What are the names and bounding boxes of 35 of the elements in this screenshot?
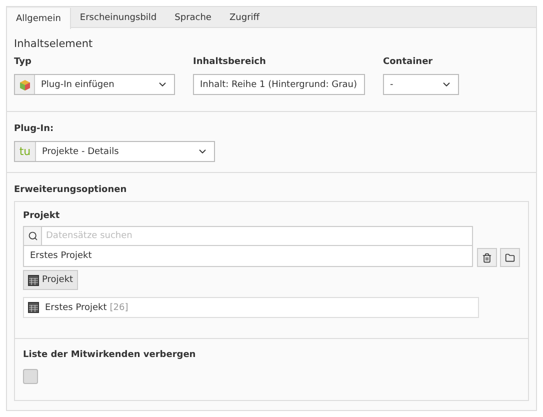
add-record-button[interactable]: Projekt [23, 270, 78, 290]
tab[interactable]: Allgemein [7, 8, 71, 29]
select-value: Inhalt: Reihe 1 (Hintergrund: Grau) [199, 78, 358, 90]
field-label: Typ [14, 56, 32, 68]
select-field[interactable]: Plug-In einfügen [14, 74, 175, 95]
record-title: Erstes Projekt [45, 302, 107, 314]
field-label: Inhaltsbereich [193, 56, 267, 68]
browse-button[interactable] [500, 248, 520, 267]
trash-icon [482, 252, 492, 262]
select-field[interactable]: Inhalt: Reihe 1 (Hintergrund: Grau) [193, 74, 365, 95]
delete-button[interactable] [477, 248, 497, 267]
section-title: Inhaltselement [14, 37, 94, 51]
field-label: Projekt [23, 210, 61, 222]
record-item[interactable]: Erstes Projekt [26] [23, 297, 479, 318]
select-value: - [389, 78, 394, 90]
select-field[interactable]: tu Projekte - Details [14, 141, 215, 162]
tab[interactable]: Sprache [166, 7, 220, 28]
select-value: Plug-In einfügen [40, 78, 116, 90]
select-field[interactable]: - [383, 74, 459, 95]
table-icon [28, 302, 39, 313]
field-label: Container [383, 56, 434, 68]
section-title: Erweiterungsoptionen [14, 184, 128, 196]
field-label: Liste der Mitwirkenden verbergen [23, 349, 197, 361]
field-label: Plug-In: [14, 123, 55, 135]
plugin-logo: tu [15, 142, 36, 161]
tab[interactable]: Erscheinungsbild [70, 7, 166, 28]
tab[interactable]: Zugriff [220, 7, 268, 28]
table-icon [28, 274, 39, 286]
search-icon [28, 231, 38, 241]
record-uid: [26] [110, 302, 128, 314]
checkbox[interactable] [23, 369, 38, 384]
select-value: Projekte - Details [41, 146, 120, 158]
selected-record: Erstes Projekt [23, 246, 473, 267]
cube-icon [18, 78, 30, 90]
folder-icon [505, 252, 515, 262]
